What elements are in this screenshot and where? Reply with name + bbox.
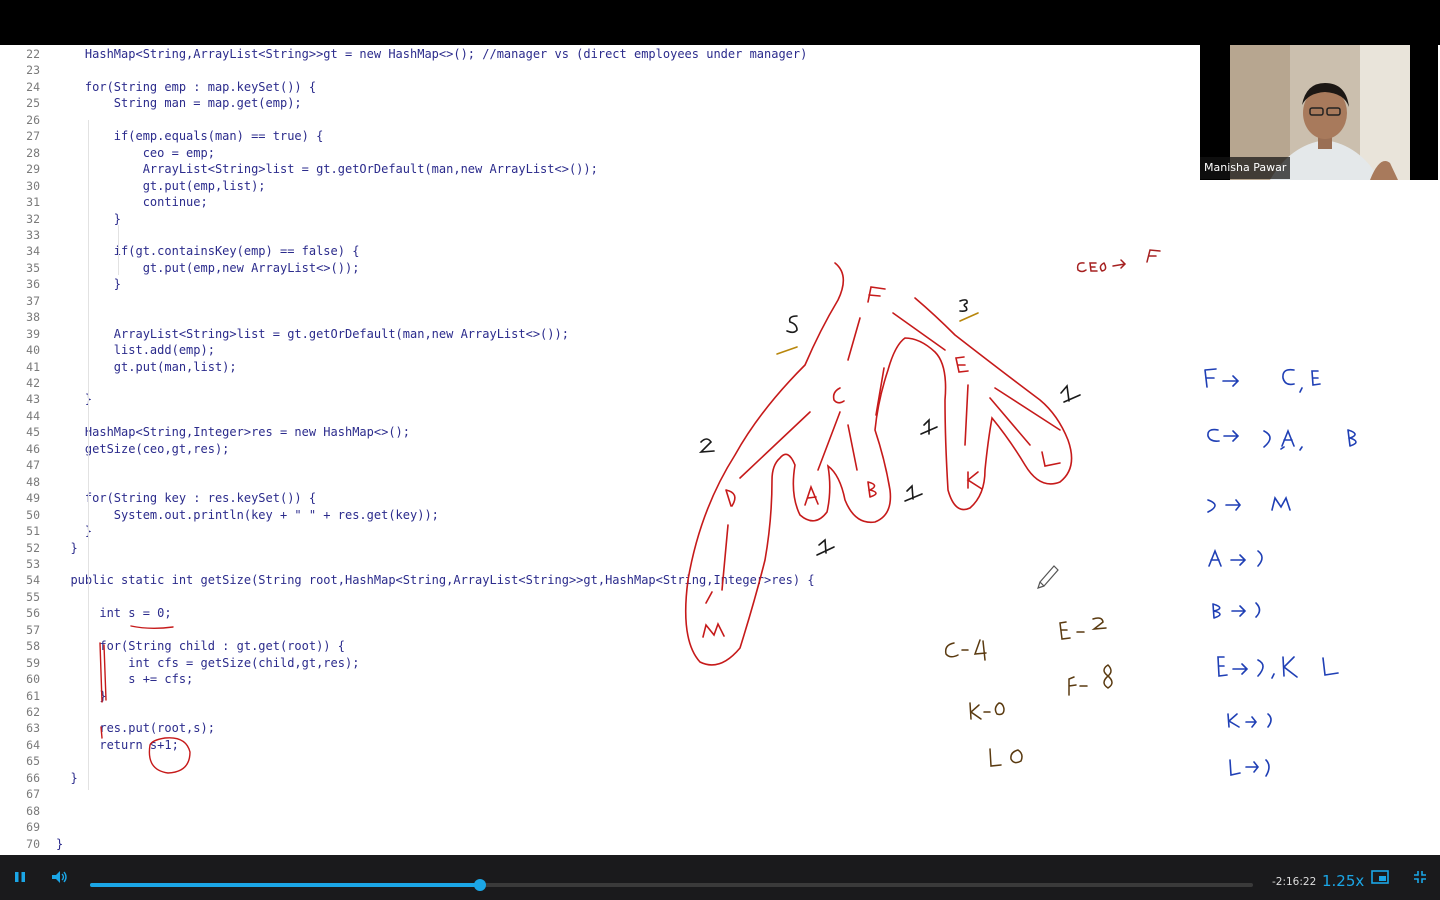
playback-speed-button[interactable]: 1.25x (1322, 872, 1364, 890)
volume-icon (52, 871, 67, 883)
pause-icon (15, 872, 25, 882)
edge-weight-labels (698, 299, 1081, 556)
seek-bar[interactable] (90, 879, 1253, 891)
time-remaining: -2:16:22 (1272, 876, 1317, 888)
pen-cursor-icon (1037, 565, 1059, 589)
exit-fullscreen-icon (1414, 871, 1426, 883)
pause-button[interactable] (8, 865, 32, 889)
adjacency-notes (1204, 368, 1357, 777)
size-notes (944, 617, 1113, 767)
tree-drawing (684, 262, 1073, 666)
seek-progress (90, 883, 480, 887)
exit-fullscreen-button[interactable] (1408, 865, 1432, 889)
player-controls: -2:16:22 1.25x (0, 855, 1440, 900)
code-markup (99, 625, 191, 774)
ceo-note (1076, 249, 1161, 273)
volume-button[interactable] (48, 865, 72, 889)
whiteboard-annotations (99, 249, 1357, 777)
seek-handle[interactable] (473, 879, 486, 891)
picture-in-picture-button[interactable] (1368, 865, 1392, 889)
picture-in-picture-icon (1371, 870, 1389, 884)
